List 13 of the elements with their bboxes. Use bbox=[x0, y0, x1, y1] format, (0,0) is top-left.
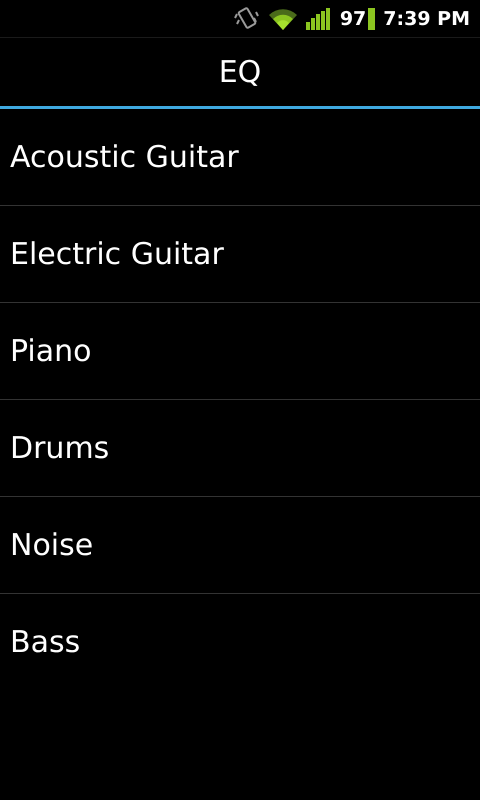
screen-title: EQ bbox=[218, 54, 262, 90]
battery-percent: 97 bbox=[340, 8, 366, 30]
list-item[interactable]: Noise bbox=[0, 497, 480, 594]
list-item[interactable]: Drums bbox=[0, 400, 480, 497]
list-item[interactable]: Electric Guitar bbox=[0, 206, 480, 303]
vibrate-icon bbox=[234, 6, 260, 32]
battery-icon bbox=[368, 8, 376, 30]
clock-time: 7:39 PM bbox=[383, 8, 470, 30]
wifi-icon bbox=[268, 6, 298, 30]
list-item[interactable]: Bass bbox=[0, 594, 480, 690]
list-item[interactable]: Acoustic Guitar bbox=[0, 109, 480, 206]
signal-icon bbox=[306, 8, 332, 30]
list-item[interactable]: Piano bbox=[0, 303, 480, 400]
